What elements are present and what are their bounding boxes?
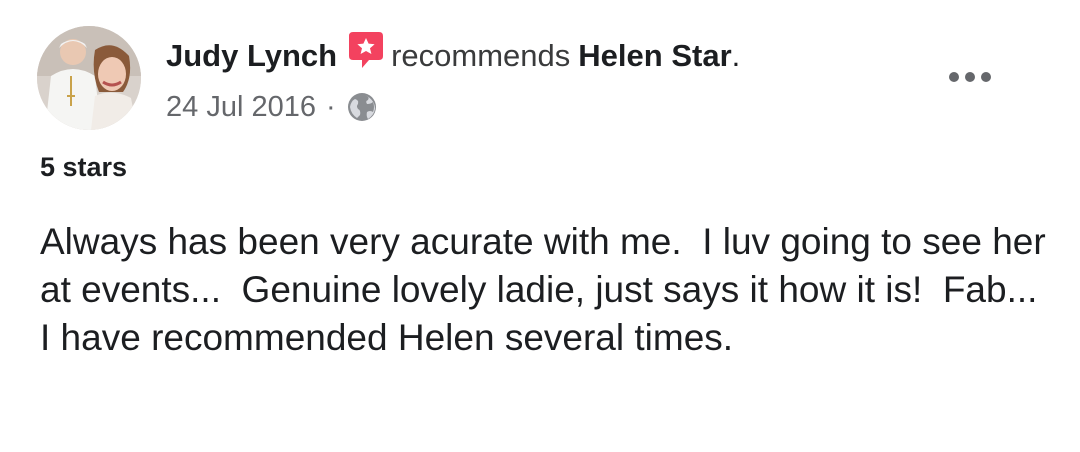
post-date[interactable]: 24 Jul 2016 (166, 91, 316, 124)
meta-separator: · (325, 90, 336, 123)
recommend-badge-icon (347, 30, 385, 70)
more-dot (949, 72, 959, 82)
globe-icon[interactable] (346, 91, 378, 123)
post-meta: 24 Jul 2016 · (166, 87, 378, 127)
more-dot (981, 72, 991, 82)
review-text: Always has been very acurate with me. I … (40, 221, 1058, 358)
author-name[interactable]: Judy Lynch (166, 38, 337, 74)
avatar-photo (37, 26, 141, 130)
action-verb: recommends (391, 38, 571, 73)
more-options-icon[interactable] (940, 60, 1000, 94)
more-dot (965, 72, 975, 82)
recommended-page-link[interactable]: Helen Star (578, 38, 731, 74)
header-period: . (731, 38, 741, 73)
author-avatar[interactable] (37, 26, 141, 130)
recommendation-post: Judy Lynch recommends Helen Star . 24 Ju… (0, 0, 1080, 452)
rating-label: 5 stars (40, 152, 128, 182)
post-header: Judy Lynch recommends Helen Star . (166, 32, 741, 76)
